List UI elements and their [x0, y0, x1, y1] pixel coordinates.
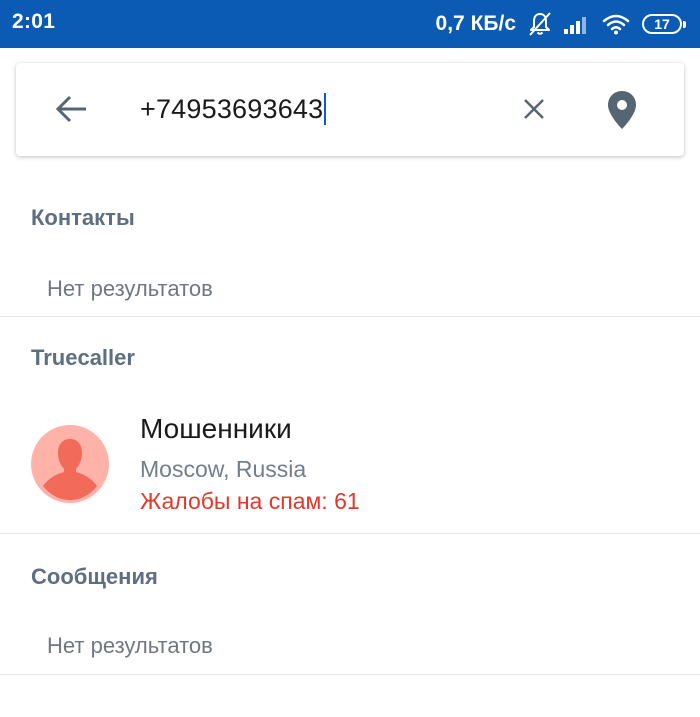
truecaller-section-header: Truecaller [31, 345, 135, 370]
location-button[interactable] [605, 89, 639, 131]
spam-reports: Жалобы на спам: 61 [140, 488, 360, 514]
text-cursor [324, 93, 327, 125]
cellular-signal-icon [564, 14, 590, 34]
network-speed: 0,7 КБ/с [435, 12, 516, 35]
divider [0, 316, 700, 317]
back-button[interactable] [54, 91, 90, 127]
status-time: 2:01 [12, 10, 56, 33]
back-arrow-icon [55, 95, 86, 123]
contacts-section-header: Контакты [31, 205, 135, 230]
search-bar: +74953693643 [16, 63, 684, 156]
divider [0, 674, 700, 675]
clear-icon [524, 99, 544, 119]
result-name: Мошенники [140, 413, 292, 444]
messages-no-results: Нет результатов [47, 633, 213, 658]
result-location: Moscow, Russia [140, 456, 307, 482]
messages-section-header: Сообщения [31, 564, 158, 589]
location-pin-icon [608, 91, 636, 129]
divider [0, 533, 700, 534]
search-query: +74953693643 [140, 93, 324, 124]
muted-bell-icon [528, 11, 552, 37]
search-input[interactable]: +74953693643 [140, 93, 327, 125]
status-bar: 2:01 0,7 КБ/с 17 [0, 0, 700, 48]
contacts-no-results: Нет результатов [47, 276, 213, 301]
avatar [31, 425, 109, 503]
battery-icon: 17 [642, 14, 686, 34]
status-right-group: 0,7 КБ/с 17 [436, 0, 688, 48]
clear-button[interactable] [520, 95, 548, 123]
person-silhouette-icon [43, 439, 97, 500]
truecaller-result-row[interactable]: Мошенники Moscow, Russia Жалобы на спам:… [0, 400, 700, 530]
wifi-icon [602, 13, 630, 35]
battery-level: 17 [654, 16, 670, 32]
